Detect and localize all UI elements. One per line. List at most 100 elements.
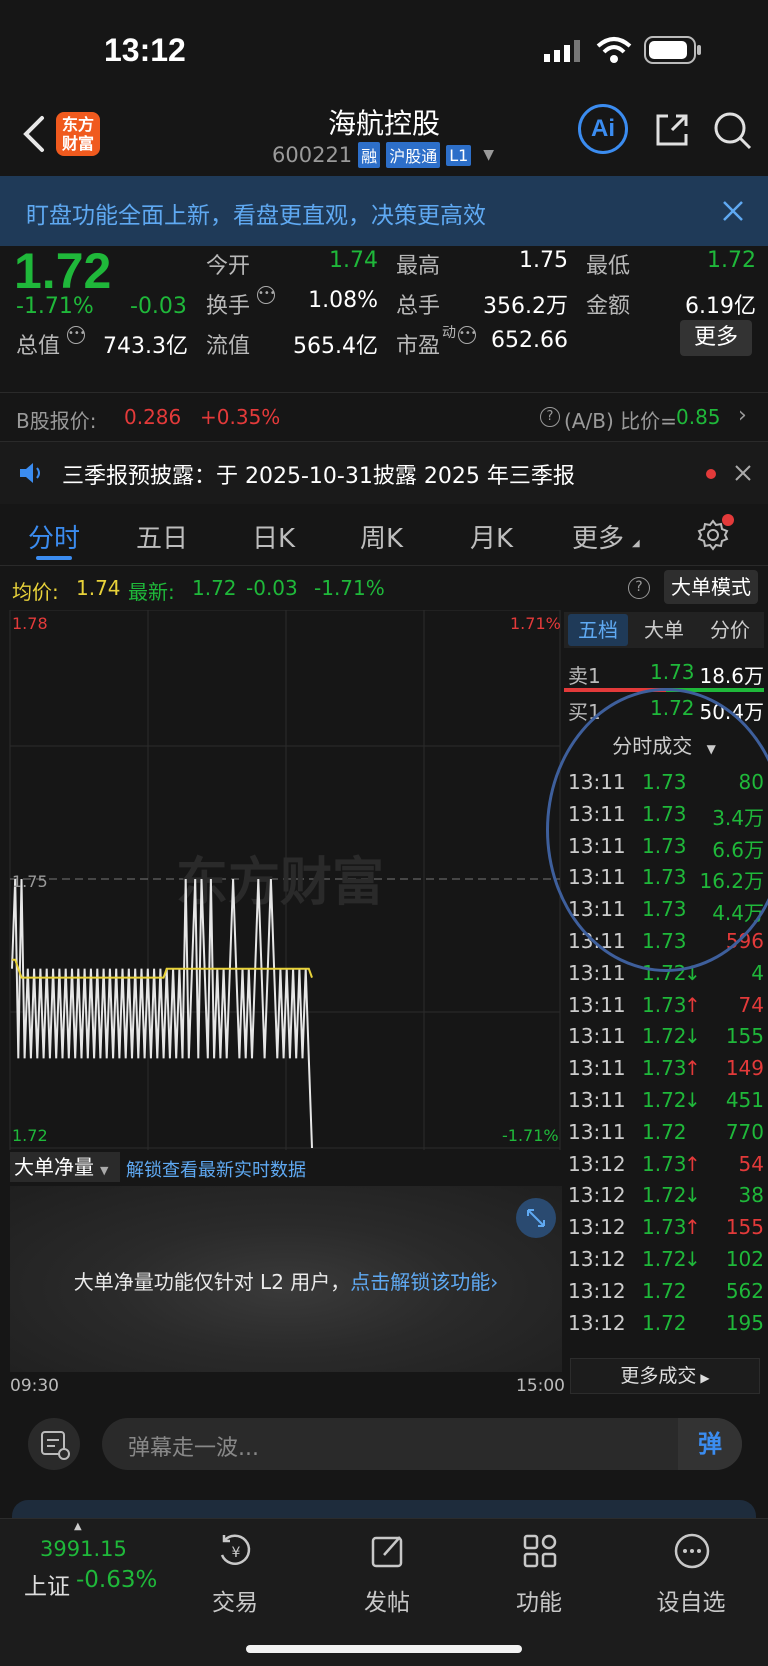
chart-tabs: 分时 五日 日K 周K 月K 更多 ◢ [0, 504, 768, 566]
amount-value: 6.19亿 [685, 294, 756, 319]
trade-price: 1.72 [642, 1183, 687, 1208]
total-value-label: 总值 [16, 334, 61, 359]
chevron-right-icon: › [738, 403, 747, 428]
trade-time: 13:11 [568, 1056, 626, 1081]
danmu-send-button[interactable]: 弹 [678, 1418, 742, 1470]
trade-time: 13:11 [568, 1088, 626, 1112]
b-share-change: +0.35% [200, 405, 281, 429]
locked-message: 大单净量功能仅针对 L2 用户，点击解锁该功能› [73, 1270, 499, 1294]
help-icon[interactable]: ? [540, 407, 560, 427]
latest-label: 最新: [128, 580, 175, 604]
status-time: 13:12 [104, 32, 186, 68]
index-change: -0.63% [76, 1567, 158, 1593]
trade-icon: ¥ [220, 1534, 251, 1565]
signal-icon [544, 40, 584, 62]
tab-daily-k[interactable]: 日K [252, 518, 295, 555]
trade-time: 13:11 [568, 992, 626, 1017]
trade-row: 13:11 1.72 ↓ 451 [564, 1084, 764, 1118]
caret-up-icon: ▲ [74, 1521, 82, 1532]
connect-badge: 沪股通 [386, 142, 441, 168]
search-icon[interactable] [712, 110, 754, 152]
help-icon[interactable]: ? [628, 577, 650, 599]
tab-price-distribution[interactable]: 分价 [700, 614, 760, 646]
trade-price: 1.73 [642, 1215, 687, 1240]
side-tabs: 五档 大单 分价 [564, 612, 764, 648]
level-badge: L1 [446, 144, 472, 166]
triangle-right-icon: ▶ [700, 1371, 710, 1385]
expand-icon[interactable] [516, 1198, 556, 1238]
float-value: 565.4亿 [293, 334, 378, 359]
trade-price: 1.73 [642, 992, 687, 1017]
tab-more[interactable]: 更多 [572, 518, 624, 555]
svg-text:¥: ¥ [232, 1545, 241, 1561]
danmu-settings-icon[interactable] [28, 1418, 80, 1470]
avg-price-label: 均价: [12, 580, 59, 604]
stock-code-row[interactable]: 600221 融 沪股通 L1 ▼ [272, 140, 494, 170]
trade-row: 13:11 1.73 ↑ 74 [564, 989, 764, 1023]
ai-icon[interactable]: Ai [578, 104, 628, 154]
nav-functions[interactable]: 功能 [484, 1531, 594, 1621]
high-value: 1.75 [519, 248, 568, 273]
trade-arrow: ↓ [684, 1024, 701, 1049]
stock-code: 600221 [272, 143, 353, 167]
index-ticker[interactable]: ▲ 3991.15 上证 -0.63% [0, 1519, 160, 1619]
unlock-feature-link[interactable]: 点击解锁该功能 [350, 1270, 490, 1294]
volume-label: 总手 [396, 294, 441, 319]
close-icon[interactable] [734, 464, 752, 482]
trade-arrow: ↑ [684, 992, 701, 1017]
volume-value: 356.2万 [483, 294, 568, 319]
nav-post[interactable]: 发帖 [332, 1531, 442, 1621]
info-icon[interactable]: ••• [458, 326, 477, 344]
trade-volume: 38 [738, 1183, 764, 1208]
trade-price: 1.72 [642, 1088, 687, 1112]
tab-five-day[interactable]: 五日 [136, 518, 188, 555]
banner-text: 盯盘功能全面上新，看盘更直观，决策更高效 [26, 203, 486, 229]
feature-banner[interactable]: 盯盘功能全面上新，看盘更直观，决策更高效 [0, 176, 768, 246]
more-trades-button[interactable]: 更多成交 ▶ [570, 1358, 760, 1394]
big-order-mode-button[interactable]: 大单模式 [664, 570, 758, 604]
trade-price: 1.72 [642, 1278, 687, 1303]
x-end-label: 15:00 [516, 1376, 565, 1396]
info-icon[interactable]: ••• [257, 286, 276, 304]
home-indicator [246, 1645, 522, 1653]
notice-bar[interactable]: 三季报预披露：于 2025-10-31披露 2025 年三季报 [0, 442, 768, 504]
net-volume-bar: 大单净量 ▼ 解锁查看最新实时数据 [10, 1150, 562, 1184]
tab-big-order[interactable]: 大单 [634, 614, 694, 646]
y-mid-label: 1.75 [12, 872, 48, 891]
trade-price: 1.72 [642, 1024, 687, 1049]
b-share-row[interactable]: B股报价: 0.286 +0.35% ? (A/B) 比价= 0.85 › [0, 392, 768, 442]
trade-arrow: ↑ [684, 1151, 701, 1176]
trade-row: 13:12 1.72 195 [564, 1307, 764, 1341]
share-icon[interactable] [652, 110, 692, 150]
trade-price: 1.73 [642, 1151, 687, 1176]
trade-time: 13:12 [568, 1310, 626, 1335]
info-icon[interactable]: ••• [67, 326, 86, 344]
index-value: 3991.15 [40, 1537, 127, 1561]
trade-arrow: ↓ [684, 1088, 701, 1112]
pe-superscript: 动 [442, 325, 456, 341]
trade-row: 13:11 1.72 770 [564, 1116, 764, 1150]
trade-volume: 562 [725, 1278, 764, 1303]
trade-time: 13:12 [568, 1278, 626, 1303]
intraday-chart[interactable]: 东方财富 1.78 1.75 1.72 1.71% -1.71% [0, 609, 562, 1150]
grid-icon [523, 1534, 557, 1568]
more-dots-icon [674, 1533, 710, 1569]
net-volume-selector[interactable]: 大单净量 ▼ [10, 1152, 120, 1182]
float-label: 流值 [206, 334, 251, 359]
unlock-realtime-link[interactable]: 解锁查看最新实时数据 [126, 1156, 306, 1182]
trade-price: 1.72 [642, 1119, 687, 1144]
tab-intraday[interactable]: 分时 [28, 518, 80, 555]
close-icon[interactable] [720, 198, 746, 224]
y-bottom-label: 1.72 [12, 1126, 48, 1145]
tab-monthly-k[interactable]: 月K [470, 518, 513, 555]
nav-add-watchlist[interactable]: 设自选 [636, 1531, 746, 1621]
danmu-input[interactable]: 弹幕走一波... 弹 [102, 1418, 742, 1470]
tab-five-levels[interactable]: 五档 [568, 614, 628, 646]
unread-dot [706, 469, 716, 479]
nav-trade[interactable]: ¥ 交易 [180, 1531, 290, 1621]
trade-time: 13:12 [568, 1151, 626, 1176]
settings-gear-icon[interactable] [696, 514, 734, 552]
trade-row: 13:12 1.72 562 [564, 1275, 764, 1309]
tab-weekly-k[interactable]: 周K [360, 518, 403, 555]
more-button[interactable]: 更多 [680, 320, 752, 356]
